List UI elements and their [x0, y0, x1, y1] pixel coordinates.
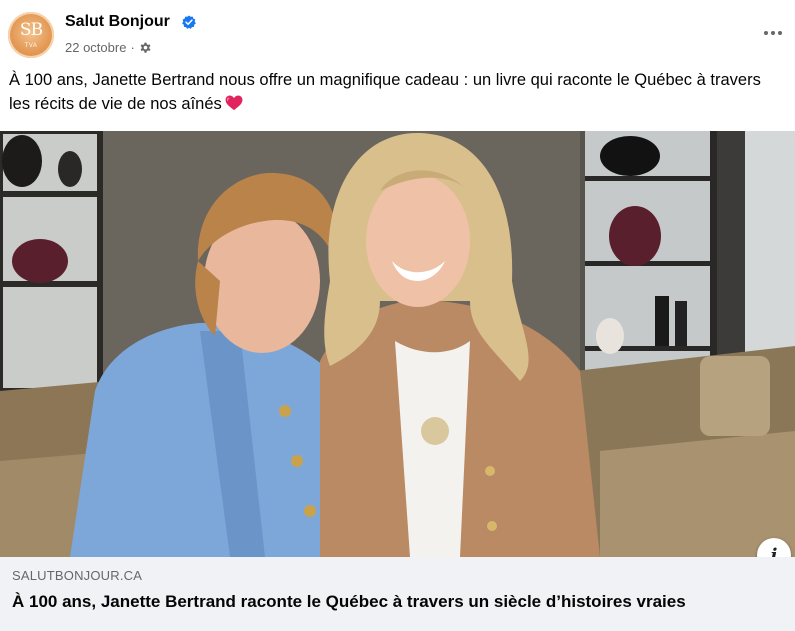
post-text: À 100 ans, Janette Bertrand nous offre u…	[9, 71, 761, 113]
verified-badge-icon	[182, 15, 196, 29]
post-header: SB TVA Salut Bonjour 22 octobre ·	[0, 0, 795, 66]
link-preview-card[interactable]: SALUTBONJOUR.CA À 100 ans, Janette Bertr…	[0, 557, 795, 631]
page-name-link[interactable]: Salut Bonjour	[65, 13, 170, 31]
link-title[interactable]: À 100 ans, Janette Bertrand raconte le Q…	[12, 592, 787, 612]
more-options-button[interactable]	[755, 18, 791, 48]
post-date-link[interactable]: 22 octobre	[65, 40, 126, 55]
gear-icon[interactable]	[139, 41, 152, 54]
more-options-dot	[771, 31, 775, 35]
meta-separator: ·	[130, 39, 135, 55]
post-photo[interactable]	[0, 131, 795, 557]
avatar-subtext: TVA	[24, 43, 38, 49]
more-options-icon	[764, 31, 768, 35]
avatar-monogram: SB	[19, 20, 43, 40]
red-heart-icon	[225, 95, 243, 111]
photo-illustration	[0, 131, 795, 557]
more-options-dot	[778, 31, 782, 35]
page-avatar[interactable]: SB TVA	[8, 12, 54, 58]
link-domain: SALUTBONJOUR.CA	[12, 568, 143, 583]
post-meta: 22 octobre ·	[65, 38, 152, 56]
post-body: À 100 ans, Janette Bertrand nous offre u…	[9, 68, 784, 116]
